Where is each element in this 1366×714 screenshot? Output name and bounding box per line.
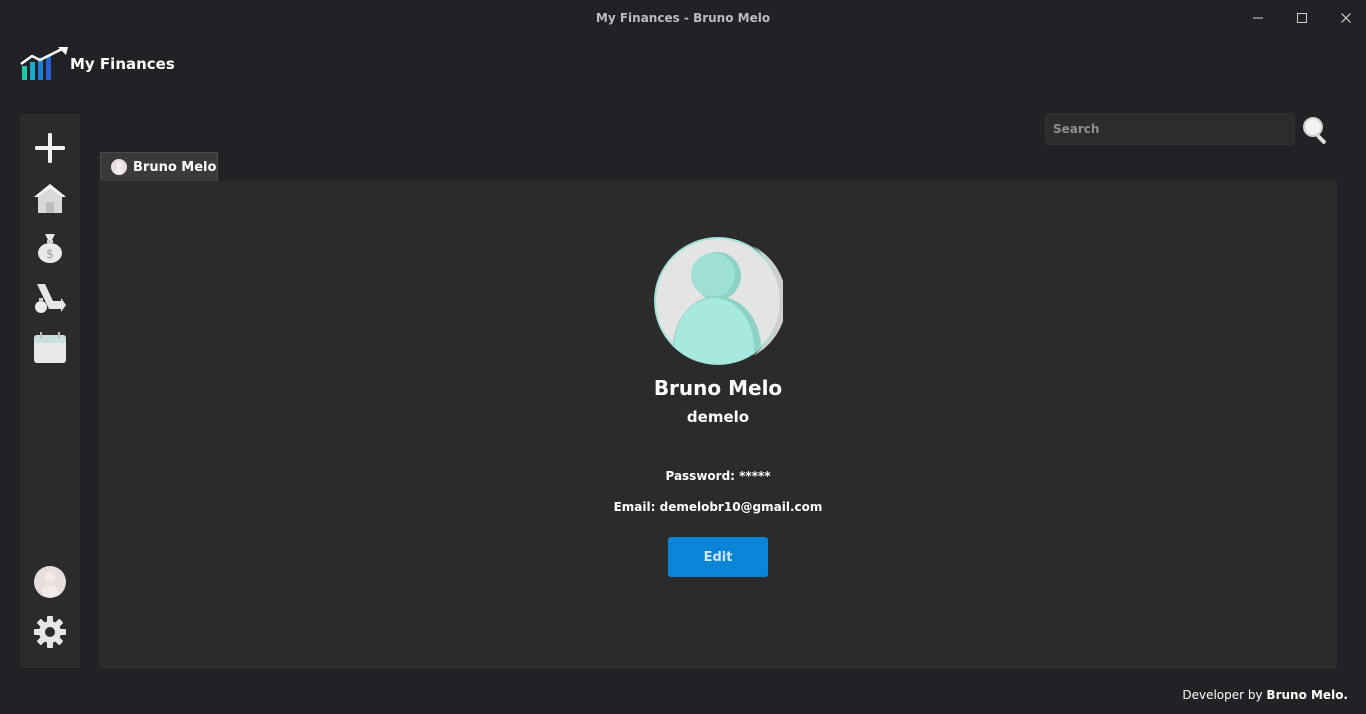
profile-username: demelo xyxy=(686,408,750,426)
tab-avatar-icon xyxy=(111,159,127,175)
profile-name: Bruno Melo xyxy=(653,376,783,400)
email-text: Email: demelobr10@gmail.com xyxy=(613,500,823,514)
password-text: Password: ***** xyxy=(665,469,771,483)
footer-credit: Developer by Bruno Melo. xyxy=(1182,688,1348,702)
app-logo-icon xyxy=(20,46,68,80)
profile-avatar xyxy=(654,237,783,365)
title-bar: My Finances - Bruno Melo xyxy=(0,0,1366,36)
calendar-icon xyxy=(34,332,66,363)
sidebar-item-settings[interactable] xyxy=(33,615,67,649)
footer-prefix: Developer by xyxy=(1182,688,1267,702)
plus-icon xyxy=(35,133,65,163)
sidebar-item-add[interactable] xyxy=(33,131,67,165)
app-name: My Finances xyxy=(70,55,175,73)
search-input[interactable] xyxy=(1045,113,1295,145)
minimize-button[interactable] xyxy=(1244,6,1272,30)
sidebar-item-expenses[interactable] xyxy=(33,281,67,315)
footer-author: Bruno Melo. xyxy=(1266,688,1348,702)
minimize-icon xyxy=(1253,17,1263,19)
home-icon xyxy=(34,184,66,213)
sidebar-item-home[interactable] xyxy=(33,181,67,215)
search-icon[interactable] xyxy=(1301,115,1331,145)
sidebar: $ xyxy=(20,114,80,668)
sidebar-item-income[interactable]: $ xyxy=(33,231,67,265)
money-bag-icon: $ xyxy=(38,234,62,263)
close-icon xyxy=(1341,13,1351,23)
maximize-button[interactable] xyxy=(1288,6,1316,30)
gear-icon xyxy=(34,616,66,648)
tab-profile[interactable]: Bruno Melo xyxy=(100,152,218,181)
tab-label: Bruno Melo xyxy=(133,159,217,175)
window-title: My Finances - Bruno Melo xyxy=(595,11,771,25)
close-button[interactable] xyxy=(1332,6,1360,30)
sidebar-item-profile[interactable] xyxy=(33,565,67,599)
sidebar-item-calendar[interactable] xyxy=(33,331,67,365)
expenses-icon xyxy=(35,284,66,313)
svg-text:$: $ xyxy=(46,247,54,261)
edit-button[interactable]: Edit xyxy=(668,537,768,577)
user-avatar-icon xyxy=(34,566,66,598)
maximize-icon xyxy=(1297,13,1307,23)
